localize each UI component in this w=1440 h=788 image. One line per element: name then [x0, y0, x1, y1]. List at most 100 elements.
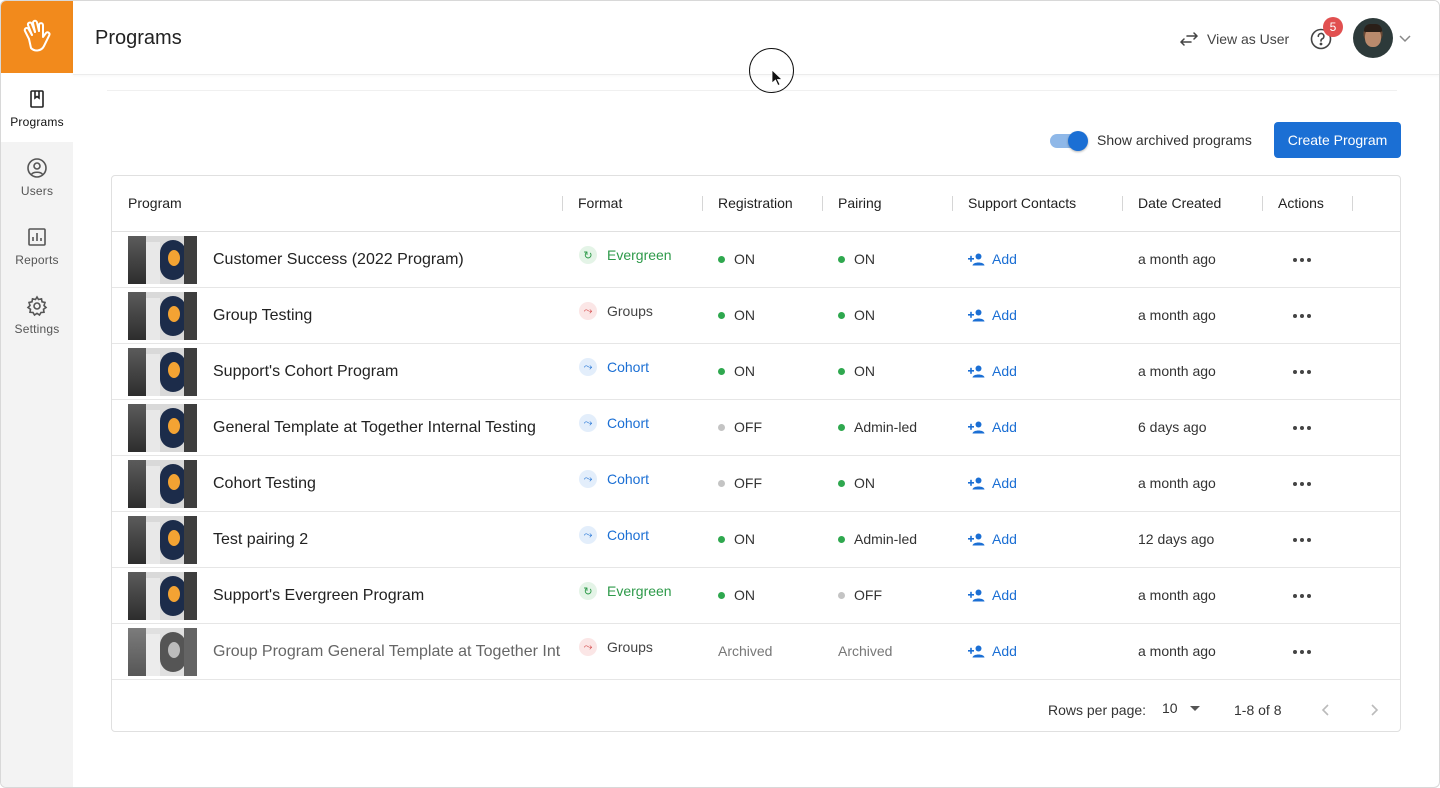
sidebar-item-programs[interactable]: Programs	[1, 73, 73, 142]
add-person-icon	[968, 476, 986, 490]
column-header-program[interactable]: Program	[128, 195, 182, 211]
program-thumbnail	[128, 236, 197, 284]
program-name[interactable]: General Template at Together Internal Te…	[213, 419, 563, 437]
date-created: a month ago	[1138, 587, 1216, 603]
next-page-button[interactable]	[1362, 698, 1386, 722]
add-support-contact-button[interactable]: Add	[968, 475, 1017, 491]
more-actions-button[interactable]	[1288, 250, 1316, 270]
table-row[interactable]: Test pairing 2 ⤳ Cohort ON Admin-led Add…	[112, 512, 1400, 568]
status-dot	[718, 535, 725, 543]
groups-format-icon: ⤳	[579, 302, 597, 320]
pairing-status: ON	[838, 307, 875, 323]
sidebar-item-label: Settings	[14, 321, 60, 336]
add-support-contact-button[interactable]: Add	[968, 587, 1017, 603]
add-support-contact-button[interactable]: Add	[968, 419, 1017, 435]
more-actions-button[interactable]	[1288, 474, 1316, 494]
view-as-user-button[interactable]: View as User	[1179, 29, 1289, 49]
column-header-date-created[interactable]: Date Created	[1138, 195, 1221, 211]
add-support-contact-button[interactable]: Add	[968, 363, 1017, 379]
date-created: a month ago	[1138, 363, 1216, 379]
column-header-pairing[interactable]: Pairing	[838, 195, 882, 211]
program-name[interactable]: Support's Cohort Program	[213, 363, 563, 381]
evergreen-format-icon: ↻	[579, 582, 597, 600]
registration-status: OFF	[718, 475, 762, 491]
registration-status: ON	[718, 363, 755, 379]
program-name[interactable]: Test pairing 2	[213, 531, 563, 549]
sidebar-item-reports[interactable]: Reports	[1, 211, 73, 280]
add-person-icon	[968, 420, 986, 434]
registration-status: Archived	[718, 643, 773, 659]
show-archived-toggle[interactable]	[1050, 131, 1088, 151]
sidebar-item-label: Users	[20, 183, 54, 198]
program-name[interactable]: Cohort Testing	[213, 475, 563, 493]
date-created: a month ago	[1138, 251, 1216, 267]
more-actions-button[interactable]	[1288, 530, 1316, 550]
date-created: 12 days ago	[1138, 531, 1215, 547]
table-row[interactable]: Group Testing ⤳ Groups ON ON Add a month…	[112, 288, 1400, 344]
more-actions-button[interactable]	[1288, 362, 1316, 382]
pairing-status: Admin-led	[838, 531, 917, 547]
status-dot	[718, 479, 725, 487]
add-support-contact-button[interactable]: Add	[968, 307, 1017, 323]
status-dot	[838, 423, 845, 431]
chevron-down-icon[interactable]	[1398, 31, 1412, 45]
sidebar-item-users[interactable]: Users	[1, 142, 73, 211]
format-cell: ⤳ Cohort	[579, 358, 649, 376]
create-program-button[interactable]: Create Program	[1274, 122, 1401, 158]
table-row[interactable]: Cohort Testing ⤳ Cohort OFF ON Add a mon…	[112, 456, 1400, 512]
status-dot	[838, 479, 845, 487]
status-dot	[838, 255, 845, 263]
column-header-format[interactable]: Format	[578, 195, 622, 211]
groups-format-icon: ⤳	[579, 638, 597, 656]
table-row[interactable]: General Template at Together Internal Te…	[112, 400, 1400, 456]
cohort-format-icon: ⤳	[579, 526, 597, 544]
pairing-status: OFF	[838, 587, 882, 603]
program-name[interactable]: Support's Evergreen Program	[213, 587, 563, 605]
table-row[interactable]: Support's Evergreen Program ↻ Evergreen …	[112, 568, 1400, 624]
table-row[interactable]: Support's Cohort Program ⤳ Cohort ON ON …	[112, 344, 1400, 400]
swap-arrows-icon	[1179, 29, 1199, 49]
program-name[interactable]: Customer Success (2022 Program)	[213, 251, 563, 269]
more-actions-button[interactable]	[1288, 586, 1316, 606]
format-cell: ⤳ Cohort	[579, 414, 649, 432]
date-created: a month ago	[1138, 643, 1216, 659]
sidebar-item-label: Programs	[10, 114, 64, 129]
sidebar-item-settings[interactable]: Settings	[1, 280, 73, 349]
cohort-format-icon: ⤳	[579, 414, 597, 432]
add-support-contact-button[interactable]: Add	[968, 643, 1017, 659]
table-row[interactable]: Group Program General Template at Togeth…	[112, 624, 1400, 680]
column-header-actions: Actions	[1278, 195, 1324, 211]
registration-status: ON	[718, 587, 755, 603]
more-actions-button[interactable]	[1288, 306, 1316, 326]
logo[interactable]	[1, 1, 73, 73]
column-header-support-contacts[interactable]: Support Contacts	[968, 195, 1076, 211]
registration-status: OFF	[718, 419, 762, 435]
column-header-registration[interactable]: Registration	[718, 195, 793, 211]
add-person-icon	[968, 364, 986, 378]
add-person-icon	[968, 252, 986, 266]
more-actions-button[interactable]	[1288, 642, 1316, 662]
rows-per-page-label: Rows per page:	[1048, 702, 1147, 718]
avatar[interactable]	[1353, 18, 1393, 58]
format-cell: ⤳ Groups	[579, 638, 653, 656]
program-name[interactable]: Group Testing	[213, 307, 563, 325]
caret-down-icon	[1189, 705, 1200, 711]
bar-chart-icon	[25, 225, 49, 249]
pagination-range: 1-8 of 8	[1234, 702, 1282, 718]
add-support-contact-button[interactable]: Add	[968, 251, 1017, 267]
add-support-contact-button[interactable]: Add	[968, 531, 1017, 547]
book-icon	[25, 87, 49, 111]
waving-hand-icon	[23, 19, 51, 52]
cohort-format-icon: ⤳	[579, 358, 597, 376]
previous-page-button[interactable]	[1314, 698, 1338, 722]
add-person-icon	[968, 588, 986, 602]
user-circle-icon	[25, 156, 49, 180]
date-created: a month ago	[1138, 307, 1216, 323]
gear-icon	[25, 294, 49, 318]
table-row[interactable]: Customer Success (2022 Program) ↻ Evergr…	[112, 232, 1400, 288]
more-actions-button[interactable]	[1288, 418, 1316, 438]
rows-per-page-select[interactable]: 10	[1162, 700, 1200, 716]
page-title: Programs	[95, 27, 182, 49]
divider	[107, 90, 1397, 91]
program-name[interactable]: Group Program General Template at Togeth…	[213, 643, 563, 661]
